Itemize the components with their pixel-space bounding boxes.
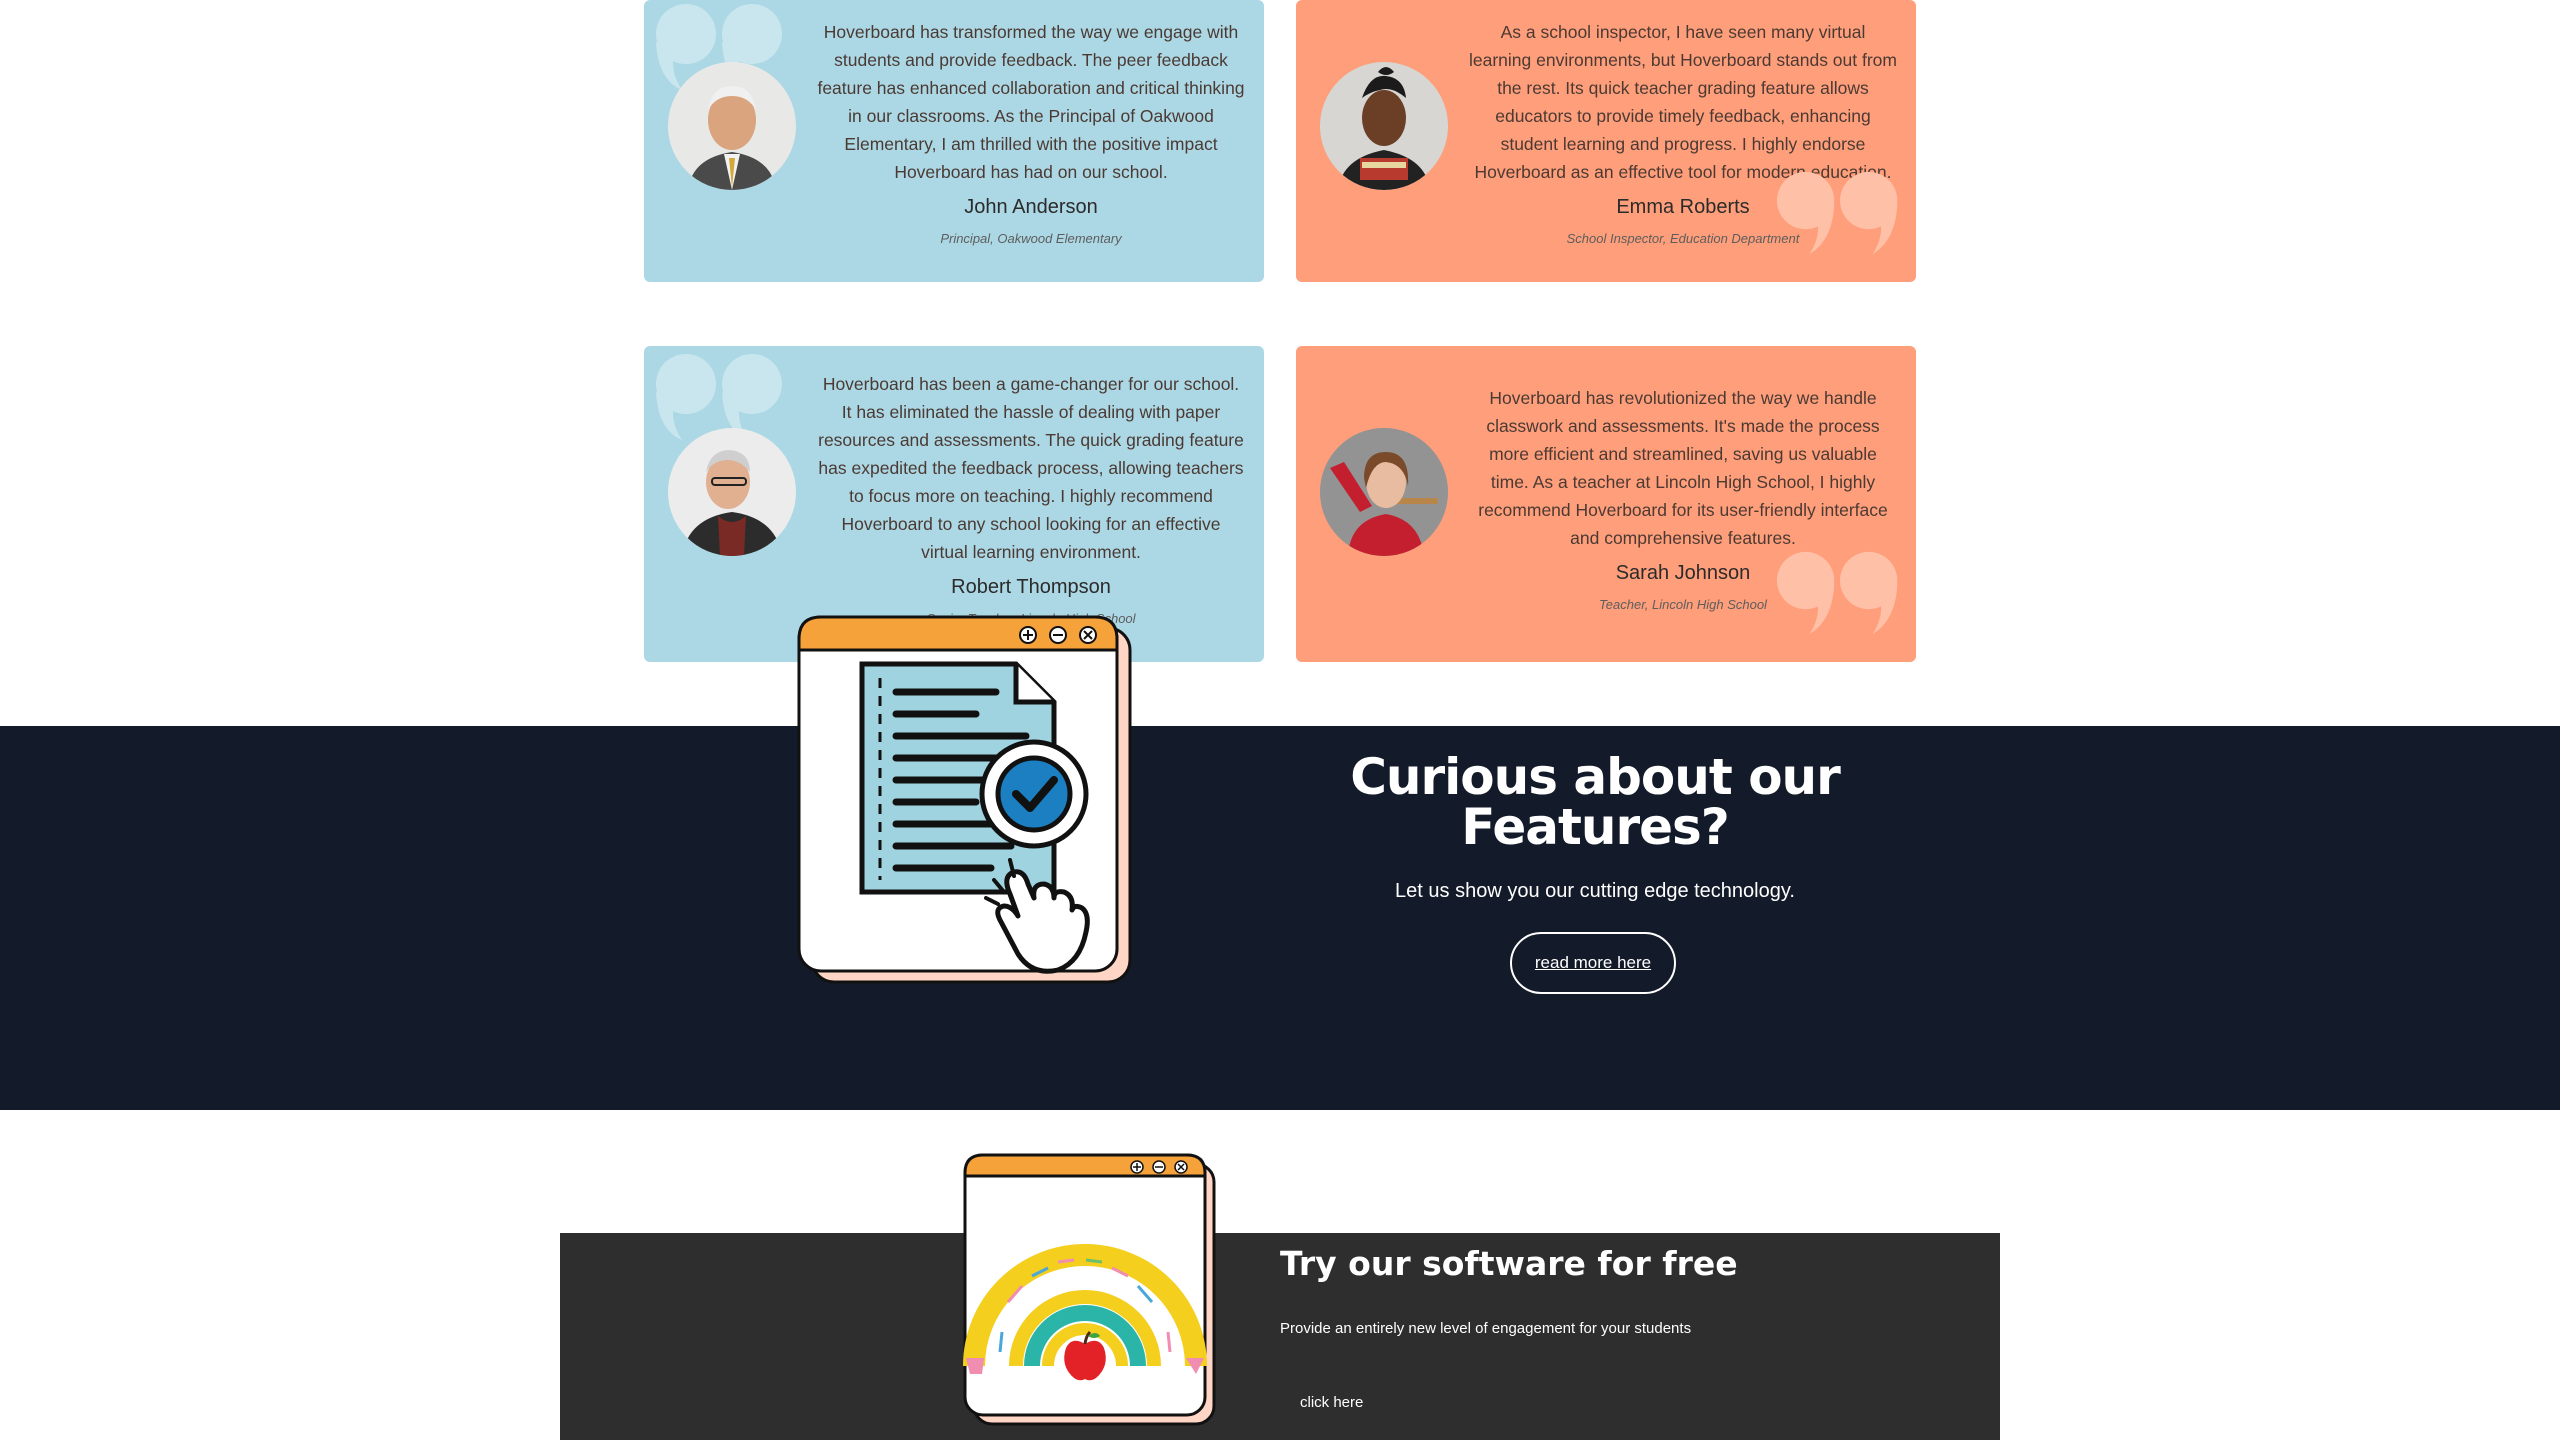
testimonial-quote: Hoverboard has transformed the way we en…: [817, 22, 1245, 182]
window-plus-icon: [1019, 626, 1037, 644]
document-check-icon: [859, 661, 1089, 895]
testimonial-card: Hoverboard has transformed the way we en…: [644, 0, 1264, 282]
testimonial-card: As a school inspector, I have seen many …: [1296, 0, 1916, 282]
avatar: [1320, 428, 1448, 556]
features-section: [0, 726, 2560, 1110]
window-plus-icon: [1130, 1160, 1144, 1174]
window-minus-icon: [1049, 626, 1067, 644]
document-window-illustration: [796, 614, 1136, 988]
read-more-button[interactable]: read more here: [1510, 932, 1676, 994]
testimonial-quote: As a school inspector, I have seen many …: [1468, 22, 1897, 182]
rainbow-window-illustration: [962, 1152, 1218, 1428]
promo-title: Try our software for free: [1280, 1244, 1738, 1283]
features-subtitle: Let us show you our cutting edge technol…: [1395, 880, 1795, 902]
window-close-icon: [1079, 626, 1097, 644]
testimonial-role: Principal, Oakwood Elementary: [940, 231, 1122, 246]
testimonial-card: Hoverboard has revolutionized the way we…: [1296, 346, 1916, 662]
avatar: [1320, 62, 1448, 190]
avatar: [668, 62, 796, 190]
promo-subtitle: Provide an entirely new level of engagem…: [1280, 1320, 1692, 1337]
quote-icon: [1776, 551, 1898, 635]
click-here-link[interactable]: click here: [1300, 1394, 1363, 1411]
window-minus-icon: [1152, 1160, 1166, 1174]
avatar: [668, 428, 796, 556]
testimonial-name: John Anderson: [964, 196, 1098, 218]
window-close-icon: [1174, 1160, 1188, 1174]
quote-icon: [1776, 171, 1898, 255]
testimonial-quote: Hoverboard has been a game-changer for o…: [818, 374, 1244, 562]
testimonial-quote: Hoverboard has revolutionized the way we…: [1478, 388, 1888, 548]
features-title: Curious about our Features?: [1350, 748, 1841, 856]
testimonial-name: Robert Thompson: [951, 576, 1111, 598]
